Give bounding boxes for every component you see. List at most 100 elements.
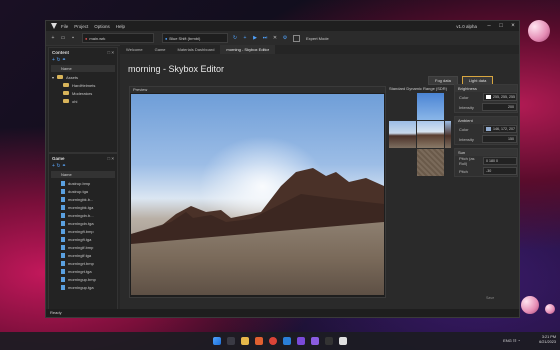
file-list-item[interactable]: morningdn.b... — [49, 211, 117, 219]
prop-label: Color — [459, 94, 469, 100]
open-folder-icon[interactable]: ▭ — [60, 35, 66, 41]
file-list-item[interactable]: morningup.bmp — [49, 275, 117, 283]
menu-options[interactable]: Options — [94, 24, 110, 29]
scene-selector[interactable]: ● main.wrk — [82, 33, 154, 43]
add-icon[interactable]: + — [52, 57, 55, 63]
tab-skybox-editor[interactable]: morning - Skybox Editor — [220, 45, 276, 54]
play-icon[interactable]: ▶ — [252, 35, 258, 41]
settings-icon[interactable]: ⚙ — [282, 35, 288, 41]
chrome-icon[interactable] — [269, 337, 277, 345]
cube-face-left[interactable] — [389, 121, 416, 148]
tree-item[interactable]: ohi — [49, 97, 117, 105]
file-list-item[interactable]: dustrup.tga — [49, 187, 117, 195]
tree-item[interactable]: ▾ Assets — [49, 73, 117, 81]
page-title: morning - Skybox Editor — [128, 64, 225, 74]
file-name: morningrt.tga — [68, 268, 92, 274]
clock[interactable]: 3:21 PM 6/21/2023 — [539, 335, 556, 345]
menu-help[interactable]: Help — [116, 24, 125, 29]
chevron-down-icon[interactable]: ▾ — [49, 75, 57, 80]
preview-label: Preview — [130, 87, 385, 93]
maximize-icon[interactable]: □ — [495, 23, 507, 29]
cube-face-front[interactable] — [417, 121, 444, 148]
cube-face-down[interactable] — [417, 149, 444, 176]
tools-icon[interactable]: ✕ — [272, 35, 278, 41]
prop-row: Color 255, 255, 255 — [455, 92, 517, 102]
image-file-icon — [61, 276, 65, 282]
menu-file[interactable]: File — [61, 24, 68, 29]
refresh-icon[interactable]: ↻ — [56, 57, 60, 63]
sun-angles-input[interactable]: 0 180 0 — [483, 157, 517, 165]
file-list-item[interactable]: morningrt.bmp — [49, 259, 117, 267]
tab-welcome[interactable]: Welcome — [120, 45, 149, 54]
search-icon[interactable] — [227, 337, 235, 345]
file-list-item[interactable]: dustrup.bmp — [49, 179, 117, 187]
prop-row: Intensity 150 — [455, 134, 517, 144]
scene-icon: ● — [85, 35, 88, 41]
color-picker[interactable]: 146, 172, 207 — [483, 125, 517, 133]
file-list-item[interactable]: morningft.bmp — [49, 227, 117, 235]
tree-item[interactable]: Moderators — [49, 89, 117, 97]
image-file-icon — [61, 236, 65, 242]
file-name: morningdn.tga — [68, 220, 94, 226]
content-panel: Content □ × + ↻ ⚭ Name ▾ Assets HardHelme… — [48, 47, 118, 153]
tree-item[interactable]: HardHelmets — [49, 81, 117, 89]
brightness-section: Brightness Color 255, 255, 255 Intensity… — [454, 84, 518, 113]
browser-icon[interactable] — [255, 337, 263, 345]
file-list-item[interactable]: morningbk.tga — [49, 203, 117, 211]
file-name: morningup.bmp — [68, 276, 96, 282]
file-list-item[interactable]: morningdn.tga — [49, 219, 117, 227]
refresh-icon[interactable]: ↻ — [232, 35, 238, 41]
image-file-icon — [61, 268, 65, 274]
color-picker[interactable]: 255, 255, 255 — [483, 93, 517, 101]
image-file-icon — [61, 260, 65, 266]
cube-face-up[interactable] — [417, 93, 444, 120]
file-name: morningup.tga — [68, 284, 94, 290]
system-tray[interactable]: ENG ☷ ◔ — [503, 338, 520, 343]
file-list-item[interactable]: morninglf.bmp — [49, 243, 117, 251]
menu-project[interactable]: Project — [74, 24, 88, 29]
file-list-item[interactable]: morninglf.tga — [49, 251, 117, 259]
sun-pitch-input[interactable]: -30 — [483, 167, 517, 175]
folder-icon — [63, 91, 69, 95]
file-list-item[interactable]: morningrt.tga — [49, 267, 117, 275]
step-icon[interactable]: ⏭ — [262, 35, 268, 41]
close-icon[interactable]: × — [507, 23, 519, 29]
intensity-input[interactable]: 200 — [482, 103, 517, 111]
landscape-graphic — [131, 94, 384, 295]
refresh-icon[interactable]: ↻ — [56, 163, 60, 169]
new-icon[interactable]: + — [50, 35, 56, 41]
panel-close-icon[interactable]: □ × — [107, 50, 114, 55]
platform-selector[interactable]: ● Blue Shift (brmbl) — [162, 33, 228, 43]
color-value: 255, 255, 255 — [493, 95, 515, 99]
save-button[interactable]: Save — [486, 296, 494, 300]
cube-face-right[interactable] — [445, 121, 451, 148]
app-window: File Project Options Help v1.0 alpha – □… — [45, 20, 520, 318]
column-header[interactable]: Name — [51, 65, 115, 72]
app-icon[interactable] — [297, 337, 305, 345]
add-icon[interactable]: + — [52, 163, 55, 169]
visual-studio-icon[interactable] — [311, 337, 319, 345]
file-list-item[interactable]: morningft.tga — [49, 235, 117, 243]
panel-close-icon[interactable]: □ × — [107, 156, 114, 161]
link-icon[interactable]: ⚭ — [62, 57, 66, 63]
link-icon[interactable]: ⚭ — [62, 163, 66, 169]
mail-icon[interactable] — [283, 337, 291, 345]
terminal-icon[interactable] — [325, 337, 333, 345]
add-icon[interactable]: + — [242, 35, 248, 41]
minimize-icon[interactable]: – — [483, 23, 495, 29]
tab-materials-dashboard[interactable]: Materials Dashboard — [172, 45, 221, 54]
column-header[interactable]: Name — [51, 171, 115, 178]
tab-game[interactable]: Game — [149, 45, 172, 54]
expert-mode-checkbox[interactable] — [293, 34, 300, 42]
prop-label: Intensity — [459, 104, 474, 110]
file-list-item[interactable]: morningbk.b... — [49, 195, 117, 203]
folder-icon — [63, 99, 69, 103]
file-list-item[interactable]: morningup.tga — [49, 283, 117, 291]
windows-start-icon[interactable] — [213, 337, 221, 345]
skybox-preview-viewport[interactable] — [131, 94, 384, 295]
intensity-input[interactable]: 150 — [482, 135, 517, 143]
file-explorer-icon[interactable] — [241, 337, 249, 345]
game-title: Game — [52, 155, 65, 161]
save-icon[interactable]: ▪ — [70, 35, 76, 41]
editor-app-icon[interactable] — [339, 337, 347, 345]
